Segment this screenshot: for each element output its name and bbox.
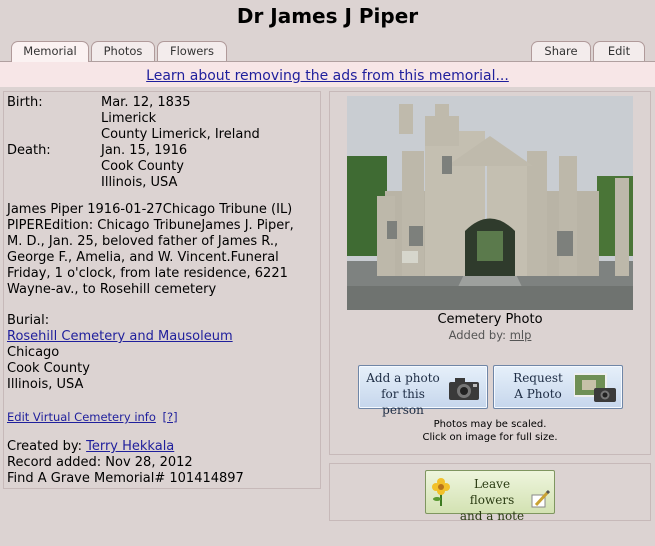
- memorial-details-panel: Birth: Mar. 12, 1835 Limerick County Lim…: [3, 91, 321, 489]
- flowers-panel: Leave flowers and a note: [329, 463, 651, 523]
- edit-virtual-cemetery-link[interactable]: Edit Virtual Cemetery info: [7, 410, 156, 424]
- request-photo-button[interactable]: Request A Photo: [493, 365, 623, 409]
- remove-ads-link[interactable]: Learn about removing the ads from this m…: [146, 68, 509, 84]
- birth-place-region: County Limerick, Ireland: [101, 127, 260, 142]
- tab-photos[interactable]: Photos: [91, 41, 155, 61]
- birth-date: Mar. 12, 1835: [101, 95, 191, 110]
- leave-flowers-label-1: Leave flowers: [469, 477, 515, 507]
- add-photo-label-2: for this person: [381, 387, 425, 417]
- obituary-line: George F., Amelia, and W. Vincent.Funera…: [7, 250, 279, 265]
- obituary-line: James Piper 1916-01-27Chicago Tribune (I…: [7, 202, 293, 217]
- created-by-label: Created by:: [7, 439, 82, 454]
- memorial-id: Find A Grave Memorial# 101414897: [7, 471, 244, 486]
- request-photo-label-2: A Photo: [514, 387, 562, 401]
- camera-icon: [449, 378, 479, 400]
- flower-icon: [432, 478, 450, 506]
- pencil-icon: [531, 489, 550, 508]
- cemetery-gate-image: [347, 96, 633, 310]
- birth-label: Birth:: [7, 95, 43, 110]
- death-label: Death:: [7, 143, 51, 158]
- tab-share[interactable]: Share: [531, 41, 591, 61]
- photo-caption: Cemetery Photo: [437, 312, 543, 327]
- tab-flowers[interactable]: Flowers: [157, 41, 227, 61]
- tab-edit[interactable]: Edit: [593, 41, 645, 61]
- leave-flowers-label-2: and a note: [459, 509, 525, 523]
- ad-removal-bar: Learn about removing the ads from this m…: [0, 62, 655, 87]
- obituary-line: Friday, 1 o'clock, from late residence, …: [7, 266, 288, 281]
- photo-panel: Cemetery Photo Added by: mlp Add a photo…: [329, 91, 651, 455]
- cemetery-photo[interactable]: [347, 96, 633, 310]
- tab-bar: Memorial Photos Flowers Share Edit: [0, 41, 655, 62]
- add-photo-label-1: Add a photo: [366, 371, 440, 385]
- birth-place-city: Limerick: [101, 111, 157, 126]
- obituary-line: PIPEREdition: Chicago TribuneJames J. Pi…: [7, 218, 294, 233]
- page-title: Dr James J Piper: [236, 4, 419, 28]
- added-by-link[interactable]: mlp: [510, 328, 532, 342]
- help-link[interactable]: [?]: [163, 410, 178, 424]
- request-photo-label-1: Request: [513, 371, 563, 385]
- add-photo-button[interactable]: Add a photo for this person: [358, 365, 488, 417]
- record-added: Record added: Nov 28, 2012: [7, 455, 193, 470]
- creator-link[interactable]: Terry Hekkala: [86, 439, 174, 454]
- death-place-county: Cook County: [101, 159, 184, 174]
- photo-camera-icon: [574, 373, 616, 402]
- scaled-note: Photos may be scaled.: [433, 419, 547, 430]
- click-note: Click on image for full size.: [422, 432, 558, 443]
- death-place-state: Illinois, USA: [101, 175, 178, 190]
- burial-label: Burial:: [7, 313, 50, 328]
- cemetery-link[interactable]: Rosehill Cemetery and Mausoleum: [7, 329, 233, 345]
- tab-memorial[interactable]: Memorial: [11, 41, 89, 62]
- burial-county: Cook County: [7, 361, 90, 376]
- added-by-label: Added by:: [448, 328, 507, 342]
- leave-flowers-button[interactable]: Leave flowers and a note: [425, 470, 555, 523]
- obituary-text: James Piper 1916-01-27Chicago Tribune (I…: [7, 202, 312, 298]
- obituary-line: Wayne-av., to Rosehill cemetery: [7, 282, 217, 297]
- death-date: Jan. 15, 1916: [101, 143, 188, 158]
- burial-city: Chicago: [7, 345, 60, 360]
- obituary-line: M. D., Jan. 25, beloved father of James …: [7, 234, 279, 249]
- burial-state: Illinois, USA: [7, 377, 84, 392]
